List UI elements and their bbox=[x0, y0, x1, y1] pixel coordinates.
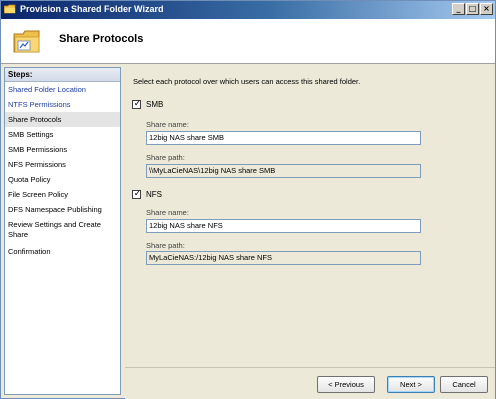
smb-checkbox[interactable]: ✓ bbox=[132, 99, 142, 109]
nfs-checkbox[interactable]: ✓ bbox=[132, 189, 142, 199]
step-dfs-namespace-publishing: DFS Namespace Publishing bbox=[8, 205, 102, 214]
step-share-protocols: Share Protocols bbox=[5, 112, 120, 127]
wizard-header: Share Protocols bbox=[1, 19, 495, 64]
step-review-settings: Review Settings and Create Share bbox=[8, 220, 101, 239]
next-button[interactable]: Next > bbox=[387, 376, 435, 393]
step-confirmation: Confirmation bbox=[8, 247, 51, 256]
step-quota-policy: Quota Policy bbox=[8, 175, 51, 184]
previous-button[interactable]: < Previous bbox=[317, 376, 375, 393]
smb-share-name-input[interactable]: 12big NAS share SMB bbox=[146, 131, 421, 145]
nfs-share-path-field: MyLaCieNAS:/12big NAS share NFS bbox=[146, 251, 421, 265]
button-bar: < Previous Next > Cancel bbox=[125, 367, 495, 399]
maximize-button[interactable]: □ bbox=[466, 3, 479, 15]
smb-share-path-field: \\MyLaCieNAS\12big NAS share SMB bbox=[146, 164, 421, 178]
step-smb-permissions: SMB Permissions bbox=[8, 145, 68, 154]
window-title: Provision a Shared Folder Wizard bbox=[20, 4, 164, 14]
step-nfs-permissions: NFS Permissions bbox=[8, 160, 66, 169]
share-folder-icon bbox=[13, 30, 40, 53]
folder-share-icon bbox=[4, 4, 16, 14]
content-pane: Select each protocol over which users ca… bbox=[125, 67, 495, 367]
smb-share-name-label: Share name: bbox=[146, 120, 189, 129]
title-bar[interactable]: Provision a Shared Folder Wizard _ □ × bbox=[1, 1, 495, 19]
steps-pane: Steps: Shared Folder Location NTFS Permi… bbox=[4, 67, 121, 395]
nfs-label[interactable]: NFS bbox=[146, 190, 162, 199]
wizard-window: Provision a Shared Folder Wizard _ □ × S… bbox=[0, 0, 496, 399]
cancel-button[interactable]: Cancel bbox=[440, 376, 488, 393]
smb-share-path-label: Share path: bbox=[146, 153, 185, 162]
smb-label[interactable]: SMB bbox=[146, 100, 163, 109]
close-icon: × bbox=[483, 4, 490, 13]
check-mark-icon: ✓ bbox=[133, 189, 142, 199]
window-controls: _ □ × bbox=[452, 3, 493, 15]
minimize-button[interactable]: _ bbox=[452, 3, 465, 15]
close-button[interactable]: × bbox=[480, 3, 493, 15]
step-ntfs-permissions[interactable]: NTFS Permissions bbox=[5, 97, 120, 112]
instruction-text: Select each protocol over which users ca… bbox=[133, 77, 361, 86]
nfs-share-name-input[interactable]: 12big NAS share NFS bbox=[146, 219, 421, 233]
nfs-share-name-label: Share name: bbox=[146, 208, 189, 217]
step-smb-settings: SMB Settings bbox=[8, 130, 54, 139]
step-shared-folder-location[interactable]: Shared Folder Location bbox=[5, 82, 120, 97]
check-mark-icon: ✓ bbox=[133, 99, 142, 109]
step-file-screen-policy: File Screen Policy bbox=[8, 190, 69, 199]
nfs-share-path-label: Share path: bbox=[146, 241, 185, 250]
page-title: Share Protocols bbox=[59, 33, 144, 45]
minimize-icon: _ bbox=[456, 4, 461, 13]
steps-heading: Steps: bbox=[5, 68, 120, 82]
maximize-icon: □ bbox=[468, 4, 477, 13]
